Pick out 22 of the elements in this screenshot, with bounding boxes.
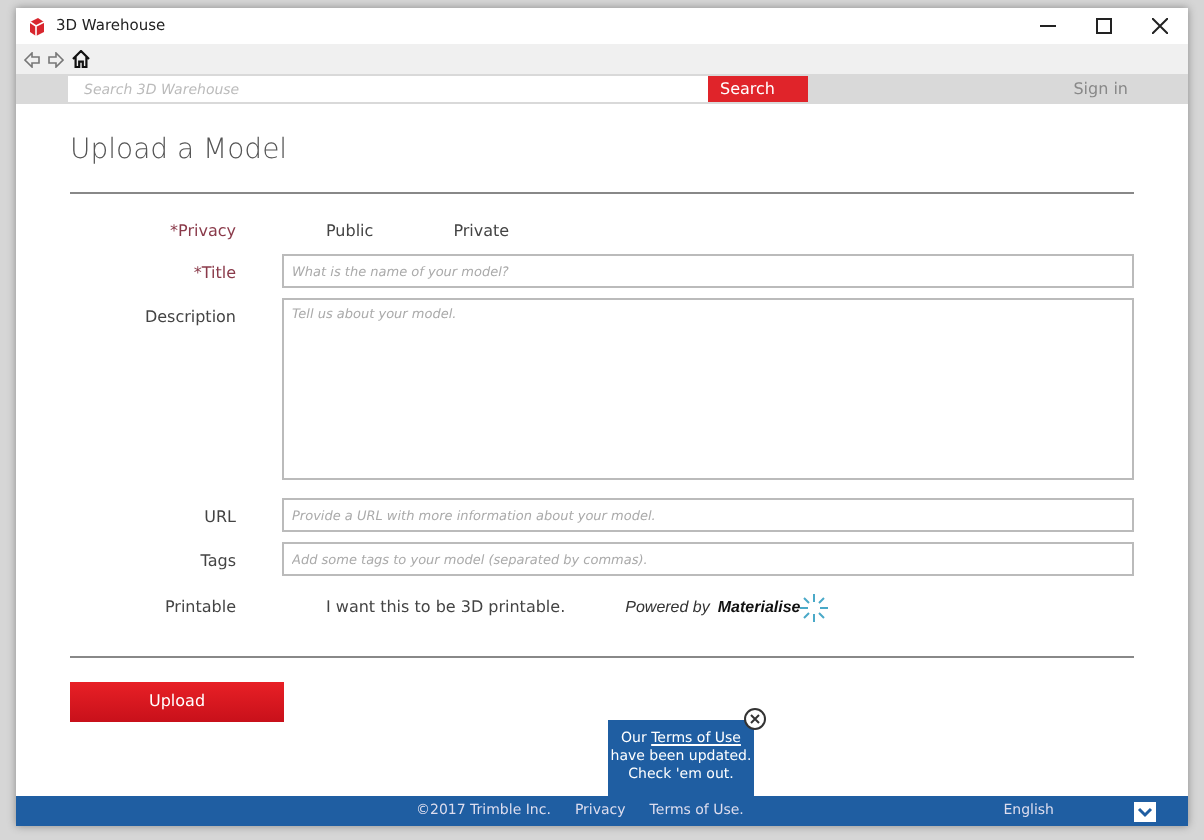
maximize-icon[interactable] [1096,18,1112,34]
brand-name: Materialise [717,596,801,620]
dropdown-caret-icon[interactable] [1134,801,1156,821]
field-label: Tags [198,550,236,574]
field-label: Printable [162,596,236,620]
privacy-option[interactable]: Private [453,222,510,240]
field-label: Description [142,306,236,330]
forward-arrow-icon[interactable] [48,51,64,67]
back-arrow-icon[interactable] [24,51,40,67]
page-title: Upload a Model [70,132,290,170]
privacy-option[interactable]: Public [326,222,374,240]
close-icon[interactable] [1152,18,1168,34]
search-button[interactable]: Search [708,76,808,102]
field-label: *Privacy [168,220,236,244]
field-label: *Title [191,262,236,286]
printable-option[interactable]: I want this to be 3D printable. [326,596,566,620]
field-label: URL [202,506,236,530]
sunburst-icon [800,594,829,622]
upload-button[interactable]: Upload [70,682,284,722]
powered-by-text: Powered by [625,596,710,620]
home-icon[interactable] [72,50,90,68]
app-logo-icon [28,17,46,35]
